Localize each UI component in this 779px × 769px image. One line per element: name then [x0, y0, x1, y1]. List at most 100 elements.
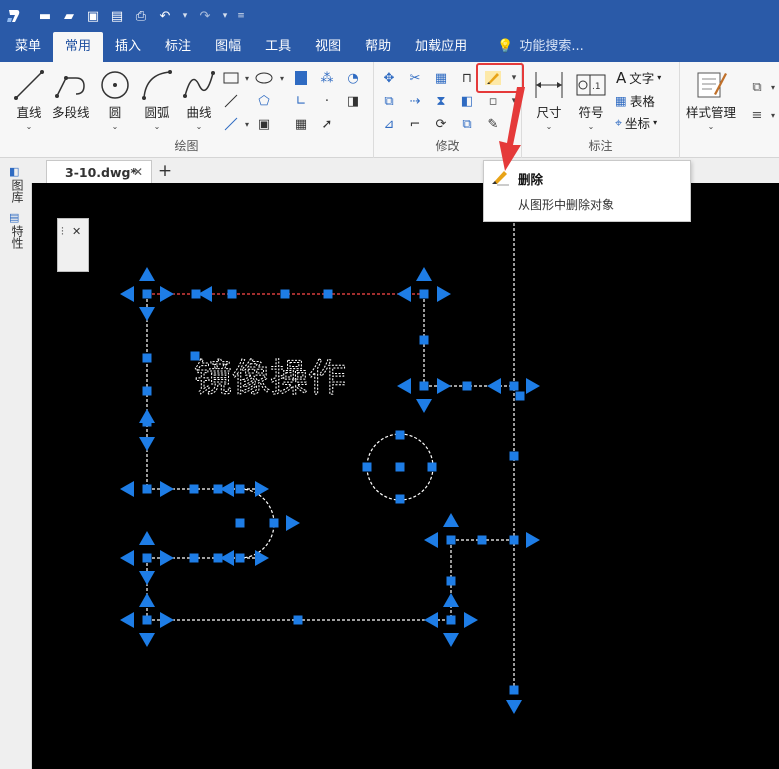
mini-panel-handle[interactable]: ⫶	[61, 225, 64, 239]
grip-square[interactable]	[269, 518, 279, 528]
tab-help[interactable]: 帮助	[353, 32, 403, 62]
grip-arrow[interactable]	[120, 612, 134, 628]
grip-arrow[interactable]	[437, 378, 451, 394]
block-icon[interactable]: ⁂	[318, 69, 336, 87]
grip-arrow[interactable]	[526, 532, 540, 548]
ellipse-icon[interactable]	[255, 69, 273, 87]
grip-square[interactable]	[142, 484, 152, 494]
dimension-button[interactable]: 尺寸 ⌄	[532, 68, 566, 131]
grip-arrow[interactable]	[160, 612, 174, 628]
mirror-icon[interactable]: ⧗	[432, 92, 450, 110]
grip-arrow[interactable]	[139, 593, 155, 607]
chevron-down-icon[interactable]: ▾	[238, 115, 256, 133]
offset-icon[interactable]: ◧	[458, 92, 476, 110]
tab-menu[interactable]: 菜单	[0, 32, 53, 62]
grip-square[interactable]	[446, 576, 456, 586]
arc-button[interactable]: 圆弧 ⌄	[140, 68, 174, 131]
grip-arrow[interactable]	[120, 550, 134, 566]
grip-arrow[interactable]	[416, 399, 432, 413]
side-tab-properties[interactable]: 特性	[9, 225, 26, 249]
grip-arrow[interactable]	[416, 267, 432, 281]
save-icon[interactable]: ▣	[84, 9, 102, 24]
polygon-icon[interactable]: ⬠	[255, 92, 273, 110]
grip-arrow[interactable]	[437, 286, 451, 302]
copy-icon[interactable]: ⧉	[380, 92, 398, 110]
grip-square[interactable]	[419, 335, 429, 345]
grip-square[interactable]	[235, 553, 245, 563]
grip-arrow[interactable]	[139, 633, 155, 647]
grip-square[interactable]	[293, 615, 303, 625]
grip-square[interactable]	[323, 289, 333, 299]
grip-arrow[interactable]	[443, 593, 459, 607]
side-tab-library[interactable]: 图库	[9, 179, 26, 203]
circle-button[interactable]: 圆 ⌄	[98, 68, 132, 131]
curve-button[interactable]: 曲线 ⌄	[182, 68, 216, 131]
grip-square[interactable]	[462, 381, 472, 391]
wipeout-icon[interactable]: ▣	[255, 115, 273, 133]
tab-insert[interactable]: 插入	[103, 32, 153, 62]
grip-square[interactable]	[362, 462, 372, 472]
table-button[interactable]: ▦ 表格	[615, 91, 655, 110]
drawing-arc[interactable]	[239, 488, 275, 559]
symbol-button[interactable]: .1 符号 ⌄	[574, 68, 608, 131]
close-icon[interactable]: ✕	[72, 225, 81, 238]
grip-arrow[interactable]	[443, 513, 459, 527]
grip-arrow[interactable]	[526, 378, 540, 394]
document-tab[interactable]: 3-10.dwg* ✕	[46, 160, 152, 183]
point-icon[interactable]: ·	[318, 92, 336, 110]
grip-square[interactable]	[280, 289, 290, 299]
array-icon[interactable]: ▦	[432, 69, 450, 87]
rotate-icon[interactable]: ⟳	[432, 115, 450, 133]
hatch-icon[interactable]	[292, 69, 310, 87]
tab-common[interactable]: 常用	[53, 32, 104, 62]
app-logo-icon[interactable]	[4, 6, 24, 26]
grip-square[interactable]	[427, 462, 437, 472]
grip-square[interactable]	[515, 391, 525, 401]
tab-annotate[interactable]: 标注	[153, 32, 203, 62]
grip-arrow[interactable]	[506, 700, 522, 714]
open-folder-icon[interactable]: ▰	[60, 9, 78, 24]
angle-icon[interactable]: ∟	[292, 92, 310, 110]
move-icon[interactable]: ✥	[380, 69, 398, 87]
undo-icon[interactable]: ↶	[156, 9, 174, 24]
grip-arrow[interactable]	[443, 633, 459, 647]
grip-square[interactable]	[477, 535, 487, 545]
chevron-down-icon[interactable]: ▾	[238, 69, 256, 87]
coordinate-button[interactable]: ⌖ 坐标 ▾	[615, 113, 657, 132]
grip-arrow[interactable]	[139, 531, 155, 545]
match-properties-icon[interactable]: ⧉	[458, 115, 476, 133]
grip-square[interactable]	[509, 535, 519, 545]
grip-square[interactable]	[189, 484, 199, 494]
print-icon[interactable]: ⎙	[132, 9, 150, 24]
construction-line-icon[interactable]	[222, 92, 240, 110]
new-file-icon[interactable]: ▬	[36, 9, 54, 24]
chevron-down-icon[interactable]: ▾	[764, 78, 779, 96]
extend-icon[interactable]: ⇢	[406, 92, 424, 110]
function-search[interactable]: 💡 功能搜索...	[497, 32, 584, 62]
grip-square[interactable]	[142, 289, 152, 299]
table-grid-icon[interactable]: ▦	[292, 115, 310, 133]
grip-arrow[interactable]	[397, 378, 411, 394]
grip-arrow[interactable]	[397, 286, 411, 302]
grip-square[interactable]	[235, 518, 245, 528]
grip-square[interactable]	[509, 451, 519, 461]
grip-arrow[interactable]	[424, 532, 438, 548]
grip-arrow[interactable]	[220, 550, 234, 566]
text-button[interactable]: A 文字 ▾	[616, 68, 661, 87]
tab-view[interactable]: 视图	[303, 32, 353, 62]
tab-tools[interactable]: 工具	[253, 32, 303, 62]
line-button[interactable]: 直线 ⌄	[12, 68, 46, 131]
scale-icon[interactable]: ⊿	[380, 115, 398, 133]
grip-square[interactable]	[395, 430, 405, 440]
boundary-icon[interactable]: ◨	[344, 92, 362, 110]
grip-square[interactable]	[509, 685, 519, 695]
grip-arrow[interactable]	[120, 481, 134, 497]
fillet-icon[interactable]: ⌐	[406, 115, 424, 133]
chevron-down-icon[interactable]: ▾	[764, 106, 779, 124]
grip-arrow[interactable]	[160, 481, 174, 497]
grip-square[interactable]	[395, 494, 405, 504]
trim-icon[interactable]: ✂	[406, 69, 424, 87]
grip-square[interactable]	[395, 462, 405, 472]
grip-square[interactable]	[446, 615, 456, 625]
chevron-down-icon[interactable]: ▾	[273, 69, 291, 87]
